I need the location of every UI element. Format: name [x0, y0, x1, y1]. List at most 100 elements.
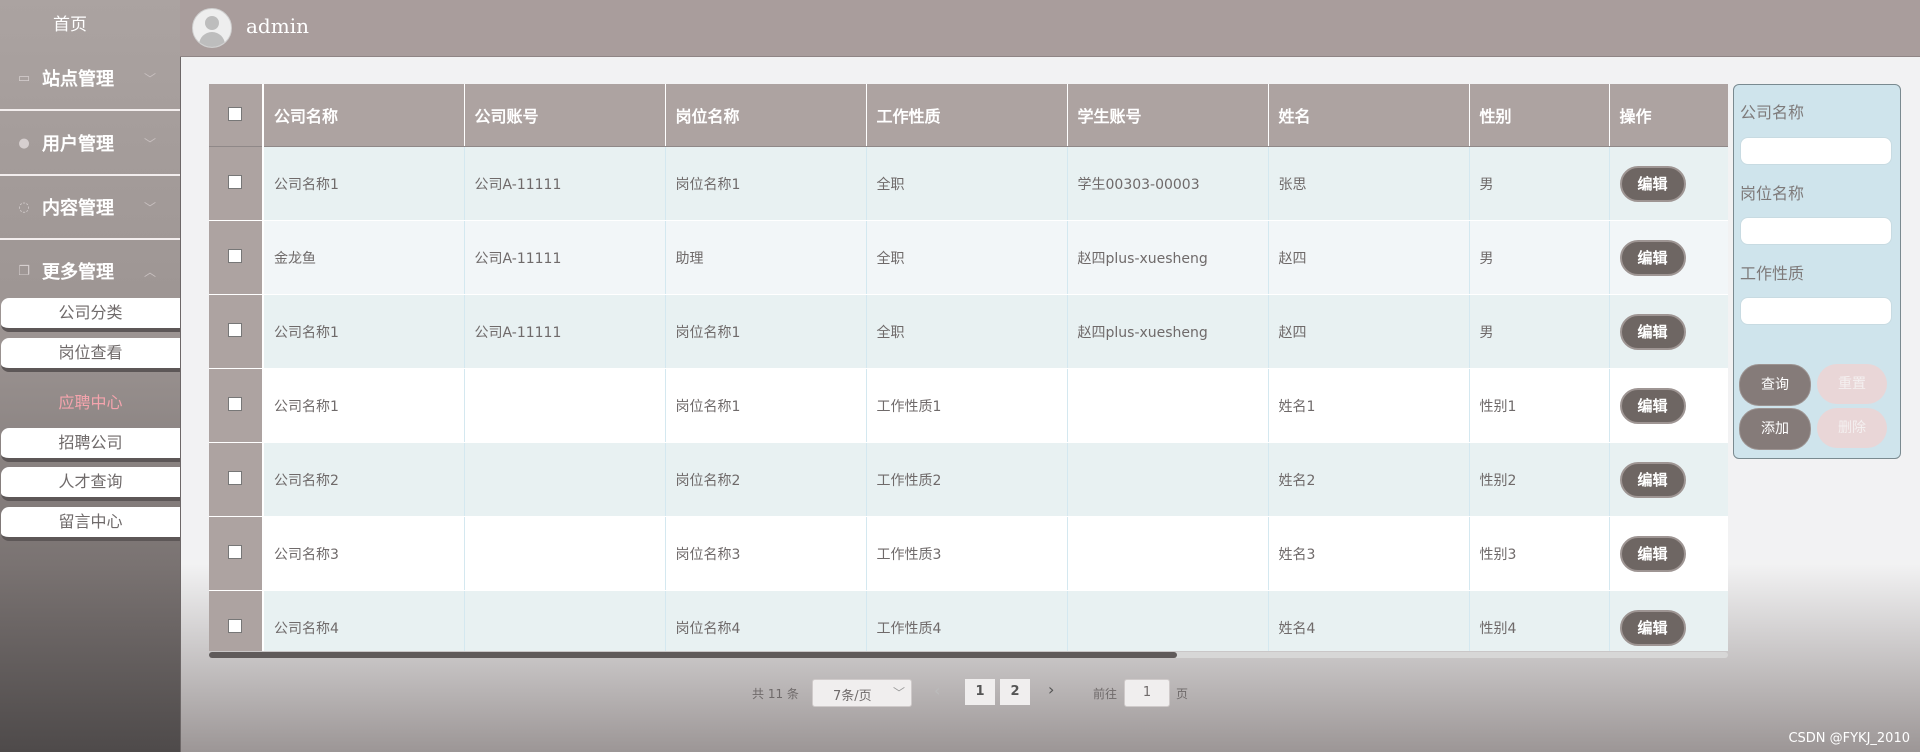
table-row[interactable]: 公司名称1 岗位名称1 工作性质1 姓名1 性别1 编辑 [209, 368, 1728, 443]
row-checkbox[interactable] [209, 442, 264, 517]
data-table: 公司名称 公司账号 岗位名称 工作性质 学生账号 姓名 性别 操作 公司名称1 … [209, 84, 1728, 651]
position-name-input[interactable] [1740, 217, 1892, 245]
edit-button[interactable]: 编辑 [1619, 461, 1686, 498]
edit-button[interactable]: 编辑 [1619, 165, 1686, 202]
page-jump-input[interactable]: 1 [1124, 679, 1170, 707]
cell-gender: 性别4 [1469, 590, 1610, 651]
cell-job-type: 全职 [866, 146, 1068, 221]
cell-company-name: 金龙鱼 [263, 220, 465, 295]
sidebar-item-application-center[interactable]: 应聘中心 [1, 388, 180, 418]
cell-company-account [464, 590, 666, 651]
home-link[interactable]: 首页 [0, 0, 140, 50]
cell-student-account: 赵四plus-xuesheng [1067, 220, 1269, 295]
menu-group-site[interactable]: ▭ 站点管理 ﹀ [0, 47, 180, 111]
cell-gender: 性别2 [1469, 442, 1610, 517]
cell-position-name: 岗位名称3 [665, 516, 867, 591]
cell-name: 张思 [1268, 146, 1470, 221]
horizontal-scrollbar[interactable] [209, 652, 1728, 658]
cell-name: 姓名2 [1268, 442, 1470, 517]
select-all-checkbox[interactable] [209, 84, 264, 147]
row-checkbox[interactable] [209, 368, 264, 443]
menu-group-content[interactable]: ◌ 内容管理 ﹀ [0, 176, 180, 240]
table-row[interactable]: 金龙鱼 公司A-11111 助理 全职 赵四plus-xuesheng 赵四 男… [209, 220, 1728, 295]
sidebar-item-position-view[interactable]: 岗位查看 [1, 338, 180, 372]
cell-name: 姓名4 [1268, 590, 1470, 651]
table-row[interactable]: 公司名称2 岗位名称2 工作性质2 姓名2 性别2 编辑 [209, 442, 1728, 517]
table-row[interactable]: 公司名称1 公司A-11111 岗位名称1 全职 赵四plus-xuesheng… [209, 294, 1728, 369]
chat-icon: ◌ [18, 199, 30, 215]
table-row[interactable]: 公司名称3 岗位名称3 工作性质3 姓名3 性别3 编辑 [209, 516, 1728, 591]
job-type-input[interactable] [1740, 297, 1892, 325]
row-checkbox[interactable] [209, 146, 264, 221]
column-header[interactable]: 岗位名称 [665, 84, 867, 147]
cell-student-account [1067, 516, 1269, 591]
cell-gender: 性别1 [1469, 368, 1610, 443]
page-unit-label: 页 [1176, 687, 1189, 701]
row-checkbox[interactable] [209, 294, 264, 369]
cell-company-account: 公司A-11111 [464, 294, 666, 369]
edit-button[interactable]: 编辑 [1619, 535, 1686, 572]
page-number[interactable]: 2 [1000, 679, 1030, 705]
column-header[interactable]: 公司名称 [263, 84, 465, 147]
edit-button[interactable]: 编辑 [1619, 313, 1686, 350]
reset-button[interactable]: 重置 [1817, 364, 1887, 404]
avatar-head [205, 16, 219, 30]
cell-job-type: 工作性质4 [866, 590, 1068, 651]
delete-button[interactable]: 删除 [1817, 408, 1887, 448]
scrollbar-thumb[interactable] [209, 652, 1177, 658]
cell-gender: 男 [1469, 220, 1610, 295]
prev-page-icon[interactable]: ‹ [934, 681, 940, 700]
query-button[interactable]: 查询 [1739, 364, 1811, 406]
copy-icon: ❐ [18, 263, 30, 279]
page-size-select[interactable]: 7条/页 ﹀ [812, 679, 912, 707]
search-panel: 公司名称 岗位名称 工作性质 查询 重置 添加 删除 [1733, 84, 1901, 459]
column-header[interactable]: 学生账号 [1067, 84, 1269, 147]
sidebar-item-company-category[interactable]: 公司分类 [1, 298, 180, 332]
sidebar-item-talent-search[interactable]: 人才查询 [1, 467, 180, 501]
row-checkbox[interactable] [209, 516, 264, 591]
table-row[interactable]: 公司名称4 岗位名称4 工作性质4 姓名4 性别4 编辑 [209, 590, 1728, 651]
cell-company-name: 公司名称1 [263, 294, 465, 369]
cell-name: 姓名1 [1268, 368, 1470, 443]
column-header[interactable]: 姓名 [1268, 84, 1470, 147]
edit-button[interactable]: 编辑 [1619, 239, 1686, 276]
sidebar-item-recruiting-company[interactable]: 招聘公司 [1, 428, 180, 462]
avatar[interactable] [192, 8, 232, 48]
add-button[interactable]: 添加 [1739, 408, 1811, 450]
menu-group-user[interactable]: ● 用户管理 ﹀ [0, 112, 180, 176]
table-row[interactable]: 公司名称1 公司A-11111 岗位名称1 全职 学生00303-00003 张… [209, 146, 1728, 221]
cell-gender: 男 [1469, 294, 1610, 369]
pagination: 共 11 条 7条/页 ﹀ ‹ 1 2 › 前往 1 页 [0, 677, 1920, 707]
total-count: 共 11 条 [752, 687, 799, 701]
cell-actions: 编辑 [1609, 516, 1728, 591]
cell-gender: 性别3 [1469, 516, 1610, 591]
cell-gender: 男 [1469, 146, 1610, 221]
column-header[interactable]: 公司账号 [464, 84, 666, 147]
chevron-down-icon: ﹀ [892, 686, 905, 700]
menu-group-label: 内容管理 [42, 198, 114, 219]
menu-group-label: 站点管理 [42, 69, 114, 90]
chevron-down-icon: ﹀ [143, 200, 156, 215]
avatar-body [199, 32, 225, 47]
monitor-icon: ▭ [17, 70, 31, 86]
column-header[interactable]: 工作性质 [866, 84, 1068, 147]
cell-position-name: 岗位名称1 [665, 294, 867, 369]
column-header[interactable]: 性别 [1469, 84, 1610, 147]
goto-label: 前往 [1093, 687, 1118, 701]
watermark: CSDN @FYKJ_2010 [1788, 731, 1910, 746]
cell-job-type: 全职 [866, 220, 1068, 295]
cell-actions: 编辑 [1609, 220, 1728, 295]
table-header-row: 公司名称 公司账号 岗位名称 工作性质 学生账号 姓名 性别 操作 [209, 84, 1728, 147]
next-page-icon[interactable]: › [1048, 680, 1054, 699]
cell-position-name: 岗位名称2 [665, 442, 867, 517]
cell-company-name: 公司名称1 [263, 146, 465, 221]
sidebar-item-message-center[interactable]: 留言中心 [1, 507, 180, 541]
page-number[interactable]: 1 [965, 679, 995, 705]
menu-group-more[interactable]: ❐ 更多管理 ︿ [0, 240, 180, 302]
row-checkbox[interactable] [209, 220, 264, 295]
row-checkbox[interactable] [209, 590, 264, 651]
edit-button[interactable]: 编辑 [1619, 609, 1686, 646]
edit-button[interactable]: 编辑 [1619, 387, 1686, 424]
sidebar: 首页 ▭ 站点管理 ﹀ ● 用户管理 ﹀ ◌ 内容管理 ﹀ ❐ 更多管理 ︿ 公… [0, 0, 181, 752]
company-name-input[interactable] [1740, 137, 1892, 165]
